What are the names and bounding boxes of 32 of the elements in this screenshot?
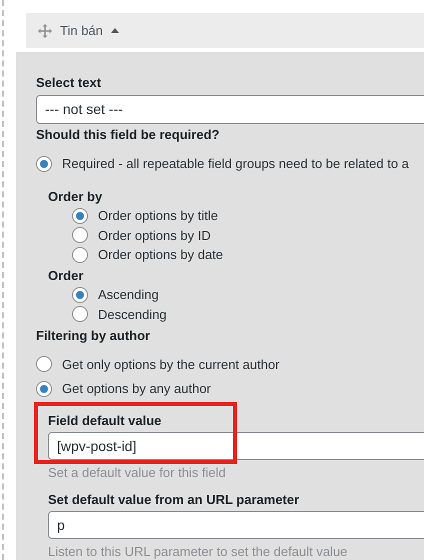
radio-button[interactable] [72,246,88,263]
radio-label: Get options by any author [62,380,211,398]
radio-button[interactable] [72,227,88,244]
field-label: Set default value from an URL parameter [48,490,300,509]
radio-button[interactable] [36,356,52,372]
radio-button[interactable] [72,306,88,322]
field-label: Filtering by author [36,327,152,345]
radio-button[interactable] [36,156,52,172]
field-hint: Listen to this URL parameter to set the default value [48,543,348,560]
url-parameter-field[interactable]: p [48,511,424,539]
radio-label: Get only options by the current author [62,356,280,374]
caret-icon[interactable] [110,28,119,33]
radio-label: Descending [98,306,167,324]
field-hint: Set a default value for this field [48,464,227,482]
field-label: Select text [36,74,102,92]
radio-label: Ascending [98,286,159,304]
default-value-field[interactable]: [wpv-post-id] [48,432,424,460]
radio-label: Required - all repeatable field groups need to be related to a [62,155,409,173]
radio-label: Order options by ID [98,226,211,245]
radio-button[interactable] [72,208,88,224]
section-header[interactable]: Tin bán [26,13,424,48]
select-field[interactable]: --- not set --- [36,94,424,124]
move-icon[interactable] [38,24,52,38]
radio-label: Order options by date [98,246,224,264]
field-label: Field default value [48,412,162,430]
radio-button[interactable] [72,286,88,303]
section-title: Tin bán [60,22,103,40]
radio-label: Order options by title [98,207,218,225]
field-label: Order by [48,188,104,206]
field-label: Should this field be required? [36,126,220,144]
radio-button[interactable] [36,380,52,397]
field-label: Order [48,266,84,284]
